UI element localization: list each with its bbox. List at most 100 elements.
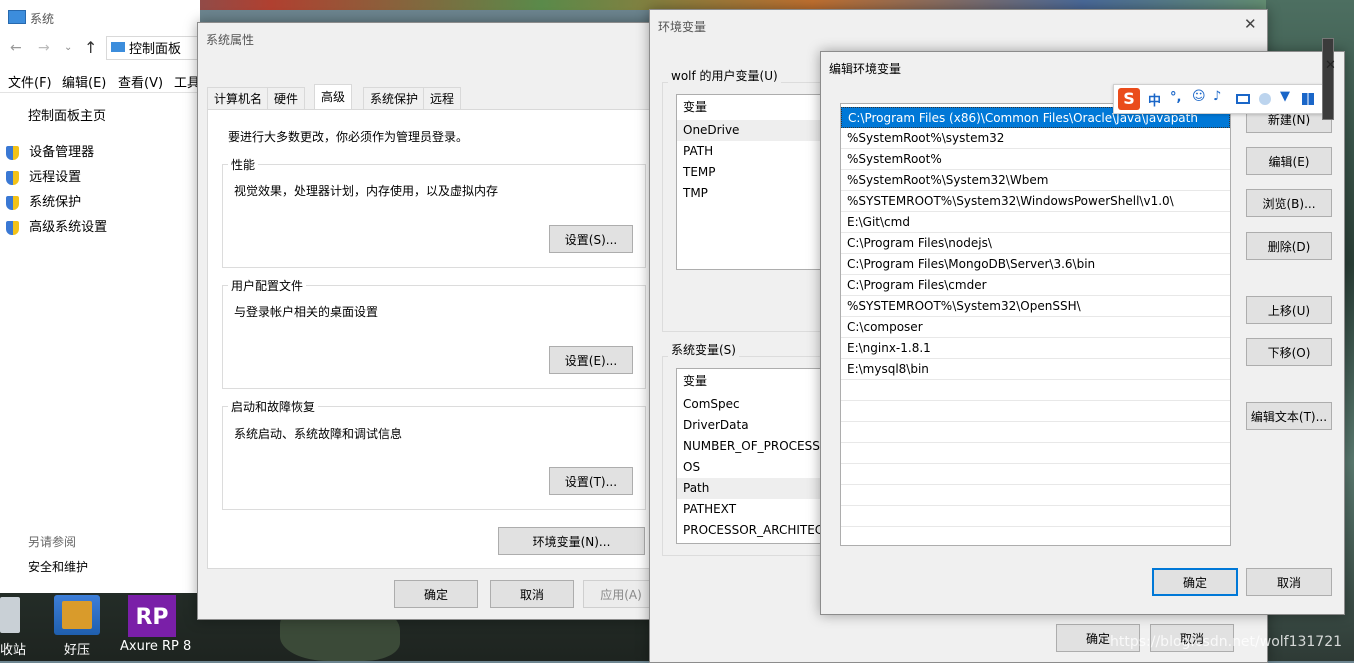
dialog-title: 系统属性 [206,33,255,47]
ime-toolbar[interactable]: S 中 °, ☺ ♪ ▼ [1113,84,1323,114]
scrollbar-thumb[interactable] [1322,38,1334,120]
close-icon[interactable]: ✕ [1325,58,1336,73]
path-row-empty[interactable] [841,506,1230,527]
desktop-icon-recycle[interactable]: 收站 [0,593,40,661]
system-vars-header[interactable]: 变量 [677,371,835,392]
tab-system-protection[interactable]: 系统保护 [363,87,426,109]
system-var-row[interactable]: ComSpec [677,394,835,415]
performance-settings-button[interactable]: 设置(S)... [549,225,633,253]
see-also-heading: 另请参阅 [28,535,77,549]
shield-icon [6,145,19,160]
path-row-empty[interactable] [841,401,1230,422]
user-vars-list[interactable]: 变量 OneDrive PATH TEMP TMP [676,94,836,270]
path-row[interactable]: %SystemRoot%\system32 [841,128,1230,149]
sidebar-item-device-manager[interactable]: 设备管理器 [6,141,94,160]
desktop-icon-haozip[interactable]: 好压 [50,593,104,661]
apply-button[interactable]: 应用(A) [583,580,659,608]
path-row-empty[interactable] [841,422,1230,443]
tab-remote[interactable]: 远程 [423,87,462,109]
back-arrow-icon[interactable]: ← [10,40,22,56]
dialog-title: 编辑环境变量 [829,62,902,76]
path-row[interactable]: %SYSTEMROOT%\System32\WindowsPowerShell\… [841,191,1230,212]
punctuation-toggle[interactable]: °, [1170,90,1181,105]
user-icon[interactable] [1259,93,1271,105]
performance-label: 性能 [228,156,259,173]
ok-button[interactable]: 确定 [394,580,478,608]
edit-environment-variable-dialog: 编辑环境变量 ✕ C:\Program Files (x86)\Common F… [820,51,1345,615]
chevron-down-icon[interactable]: ⌄ [64,42,72,53]
path-list[interactable]: C:\Program Files (x86)\Common Files\Orac… [840,103,1231,546]
delete-button[interactable]: 删除(D) [1246,232,1332,260]
menu-view[interactable]: 查看(V) [118,72,163,91]
system-var-row[interactable]: Path [677,478,835,499]
edit-button[interactable]: 编辑(E) [1246,147,1332,175]
cancel-button[interactable]: 取消 [490,580,574,608]
tab-advanced[interactable]: 高级 [314,84,353,110]
menu-file[interactable]: 文件(F) [8,72,52,91]
move-down-button[interactable]: 下移(O) [1246,338,1332,366]
path-row[interactable]: %SystemRoot% [841,149,1230,170]
environment-variables-button[interactable]: 环境变量(N)... [498,527,645,555]
security-maintenance-link[interactable]: 安全和维护 [28,558,88,575]
path-row[interactable]: C:\Program Files\cmder [841,275,1230,296]
user-var-row[interactable]: PATH [677,141,835,162]
ime-mode-toggle[interactable]: 中 [1148,90,1161,109]
microphone-icon[interactable]: ♪ [1213,89,1221,104]
forward-arrow-icon[interactable]: → [38,40,50,56]
user-var-row[interactable]: OneDrive [677,120,835,141]
path-row[interactable]: C:\Program Files\MongoDB\Server\3.6\bin [841,254,1230,275]
user-var-row[interactable]: TEMP [677,162,835,183]
path-row[interactable]: C:\composer [841,317,1230,338]
monitor-icon [8,10,26,24]
close-icon[interactable]: ✕ [1244,15,1257,33]
system-var-row[interactable]: NUMBER_OF_PROCESSO [677,436,835,457]
path-row[interactable]: %SYSTEMROOT%\System32\OpenSSH\ [841,296,1230,317]
up-arrow-icon[interactable]: ↑ [84,38,97,57]
system-vars-list[interactable]: 变量 ComSpec DriverData NUMBER_OF_PROCESSO… [676,368,836,544]
profiles-settings-button[interactable]: 设置(E)... [549,346,633,374]
menu-edit[interactable]: 编辑(E) [62,72,106,91]
path-row[interactable]: E:\nginx-1.8.1 [841,338,1230,359]
browse-button[interactable]: 浏览(B)... [1246,189,1332,217]
system-var-row[interactable]: OS [677,457,835,478]
path-row[interactable]: E:\Git\cmd [841,212,1230,233]
system-var-row[interactable]: PROCESSOR_ARCHITECT [677,520,835,541]
sidebar-item-advanced-settings[interactable]: 高级系统设置 [6,216,107,235]
desktop-icon-axure[interactable]: RP Axure RP 8 [118,593,191,661]
path-row-empty[interactable] [841,464,1230,485]
sidebar-item-remote-settings[interactable]: 远程设置 [6,166,81,185]
system-var-row[interactable]: DriverData [677,415,835,436]
skin-icon[interactable]: ▼ [1280,89,1290,104]
menu-divider [0,92,200,93]
control-panel-home-link[interactable]: 控制面板主页 [28,105,106,124]
emoji-icon[interactable]: ☺ [1192,89,1206,104]
user-var-row[interactable]: TMP [677,183,835,204]
edit-cancel-button[interactable]: 取消 [1246,568,1332,596]
address-bar[interactable]: 控制面板 [106,36,200,60]
tab-hardware[interactable]: 硬件 [267,87,306,109]
sogou-logo-icon[interactable]: S [1118,88,1140,110]
path-row[interactable]: E:\mysql8\bin [841,359,1230,380]
move-up-button[interactable]: 上移(U) [1246,296,1332,324]
path-row[interactable]: %SystemRoot%\System32\Wbem [841,170,1230,191]
shield-icon [6,220,19,235]
path-row-empty[interactable] [841,485,1230,506]
startup-label: 启动和故障恢复 [228,398,319,415]
startup-settings-button[interactable]: 设置(T)... [549,467,633,495]
toolbox-icon[interactable] [1302,93,1314,105]
breadcrumb[interactable]: 控制面板 [129,38,181,57]
keyboard-icon[interactable] [1236,94,1250,104]
sidebar-item-system-protection[interactable]: 系统保护 [6,191,81,210]
user-vars-header[interactable]: 变量 [677,97,835,118]
profiles-desc: 与登录帐户相关的桌面设置 [234,305,379,319]
path-row-empty[interactable] [841,380,1230,401]
edit-text-button[interactable]: 编辑文本(T)... [1246,402,1332,430]
user-vars-label: wolf 的用户变量(U) [668,67,781,84]
edit-ok-button[interactable]: 确定 [1152,568,1238,596]
system-var-row[interactable]: PATHEXT [677,499,835,520]
path-row[interactable]: C:\Program Files\nodejs\ [841,233,1230,254]
path-row-empty[interactable] [841,443,1230,464]
startup-desc: 系统启动、系统故障和调试信息 [234,427,403,441]
control-panel-icon [111,42,125,52]
tab-computer-name[interactable]: 计算机名 [207,87,270,109]
